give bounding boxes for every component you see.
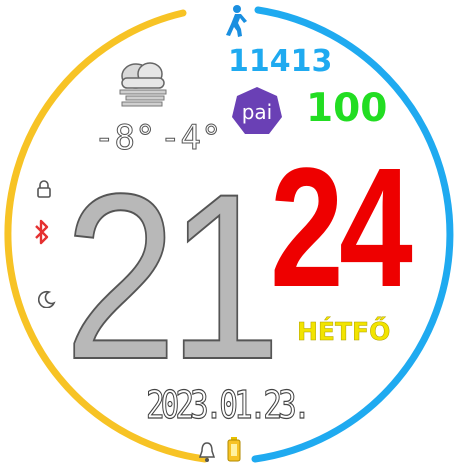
minute-digits: 24 bbox=[270, 133, 413, 323]
pai-label: pai bbox=[242, 100, 273, 124]
walking-person-icon bbox=[226, 5, 247, 37]
moon-icon bbox=[38, 290, 56, 308]
cloudy-foggy-icon bbox=[119, 62, 167, 107]
pai-value: 100 bbox=[306, 86, 388, 131]
bell-icon bbox=[198, 442, 216, 462]
date-label: 2023.01.23. bbox=[146, 382, 312, 427]
pai-badge: pai bbox=[232, 87, 282, 134]
bluetooth-icon bbox=[35, 219, 49, 245]
battery-icon bbox=[227, 437, 241, 462]
steps-count: 11413 bbox=[228, 44, 333, 79]
weekday-label: HÉTFŐ bbox=[297, 317, 391, 347]
hour-digits: 21 bbox=[63, 145, 282, 409]
lock-icon bbox=[37, 180, 51, 198]
